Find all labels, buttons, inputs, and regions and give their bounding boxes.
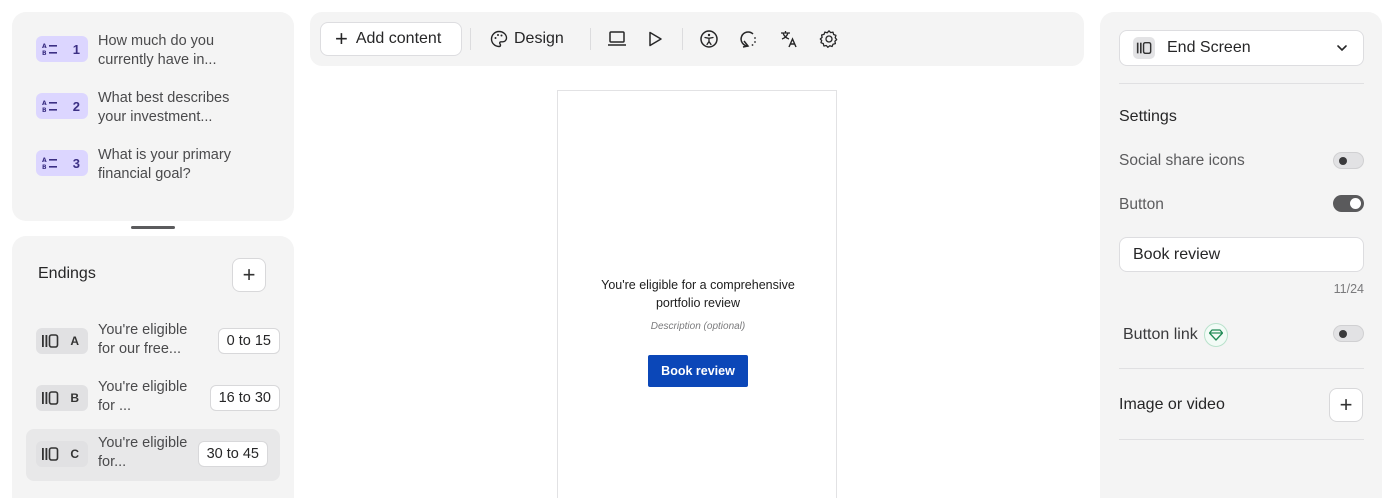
question-item-3[interactable]: AB 3 What is your primary financial goal…	[36, 146, 248, 184]
ending-text: You're eligible for our free...	[98, 322, 188, 357]
screen-type-select[interactable]: End Screen	[1119, 30, 1364, 66]
add-content-button[interactable]: + Add content	[320, 22, 462, 56]
social-share-label: Social share icons	[1119, 152, 1245, 169]
social-share-toggle[interactable]	[1333, 152, 1364, 169]
question-item-1[interactable]: AB 1 How much do you currently have in..…	[36, 32, 248, 70]
chevron-down-icon	[1337, 45, 1347, 52]
ending-badge: B	[36, 385, 88, 411]
ending-item-c[interactable]: C You're eligible for... 30 to 45	[26, 429, 280, 481]
svg-text:B: B	[42, 50, 47, 56]
ending-item-a[interactable]: A You're eligible for our free... 0 to 1…	[26, 316, 280, 368]
divider	[1119, 439, 1364, 440]
button-text-input[interactable]	[1119, 237, 1364, 272]
divider	[1119, 368, 1364, 369]
button-link-label: Button link	[1123, 326, 1198, 343]
question-badge: AB 3	[36, 150, 88, 176]
panel-resize-handle[interactable]	[131, 226, 175, 229]
ending-letter: B	[70, 391, 79, 405]
ending-badge: C	[36, 441, 88, 467]
button-link-setting: Button link	[1123, 323, 1228, 347]
end-screen-icon	[42, 447, 59, 461]
multiple-choice-icon: AB	[42, 43, 57, 56]
divider	[1119, 83, 1364, 84]
multiple-choice-icon: AB	[42, 100, 57, 113]
add-content-label: Add content	[355, 30, 442, 47]
palette-icon	[490, 30, 508, 48]
svg-text:B: B	[42, 164, 47, 170]
end-screen-icon	[42, 391, 59, 405]
ending-badge: A	[36, 328, 88, 354]
svg-text:A: A	[42, 43, 47, 50]
endings-title: Endings	[38, 265, 96, 282]
settings-heading: Settings	[1119, 108, 1177, 125]
score-range[interactable]: 16 to 30	[209, 385, 280, 411]
character-count: 11/24	[1333, 282, 1364, 296]
question-number: 3	[72, 155, 80, 171]
question-list-panel: AB 1 How much do you currently have in..…	[12, 12, 294, 221]
end-screen-preview: You're eligible for a comprehensive port…	[557, 90, 837, 498]
ending-text: You're eligible for ...	[98, 379, 188, 414]
logic-icon[interactable]	[738, 28, 760, 50]
add-image-video-button[interactable]: +	[1329, 388, 1363, 422]
score-range[interactable]: 0 to 15	[217, 328, 280, 354]
ending-item-b[interactable]: B You're eligible for ... 16 to 30	[26, 373, 280, 425]
settings-gear-icon[interactable]	[818, 28, 840, 50]
plus-icon: +	[242, 262, 256, 287]
button-link-toggle[interactable]	[1333, 325, 1364, 342]
question-number: 1	[72, 41, 80, 57]
question-badge: AB 1	[36, 36, 88, 62]
ending-text: You're eligible for...	[98, 435, 188, 470]
accessibility-icon[interactable]	[698, 28, 720, 50]
question-number: 2	[72, 98, 80, 114]
image-video-label: Image or video	[1119, 396, 1225, 413]
question-item-2[interactable]: AB 2 What best describes your investment…	[36, 89, 248, 127]
multiple-choice-icon: AB	[42, 157, 57, 170]
design-button[interactable]: Design	[490, 22, 564, 56]
end-screen-description[interactable]: Description (optional)	[578, 321, 818, 332]
plus-icon: +	[1339, 392, 1353, 417]
design-label: Design	[514, 30, 564, 47]
question-text: What best describes your investment...	[98, 90, 230, 125]
question-text: What is your primary financial goal?	[98, 147, 231, 182]
button-setting-label: Button	[1119, 196, 1164, 213]
premium-diamond-icon	[1203, 323, 1228, 347]
end-screen-icon	[42, 334, 59, 348]
question-text: How much do you currently have in...	[98, 33, 217, 68]
end-screen-button[interactable]: Book review	[648, 355, 748, 387]
translate-icon[interactable]	[778, 28, 800, 50]
toolbar-divider	[470, 28, 471, 50]
score-range[interactable]: 30 to 45	[197, 441, 268, 467]
add-ending-button[interactable]: +	[232, 258, 266, 292]
question-badge: AB 2	[36, 93, 88, 119]
screen-type-value: End Screen	[1167, 39, 1251, 56]
ending-letter: C	[70, 447, 79, 461]
button-toggle[interactable]	[1333, 195, 1364, 212]
toolbar-divider	[590, 28, 591, 50]
svg-text:A: A	[42, 100, 47, 107]
play-preview-icon[interactable]	[644, 28, 666, 50]
endings-panel: Endings + A You're eligible for our free…	[12, 236, 294, 498]
plus-icon: +	[335, 26, 348, 51]
ending-letter: A	[70, 334, 79, 348]
settings-panel: End Screen Settings Social share icons B…	[1100, 12, 1382, 498]
svg-text:B: B	[42, 107, 47, 113]
editor-toolbar: + Add content Design	[310, 12, 1084, 66]
end-screen-title[interactable]: You're eligible for a comprehensive port…	[578, 276, 818, 312]
toolbar-divider	[682, 28, 683, 50]
end-screen-icon	[1133, 37, 1155, 59]
desktop-preview-icon[interactable]	[606, 28, 628, 50]
svg-text:A: A	[42, 157, 47, 164]
